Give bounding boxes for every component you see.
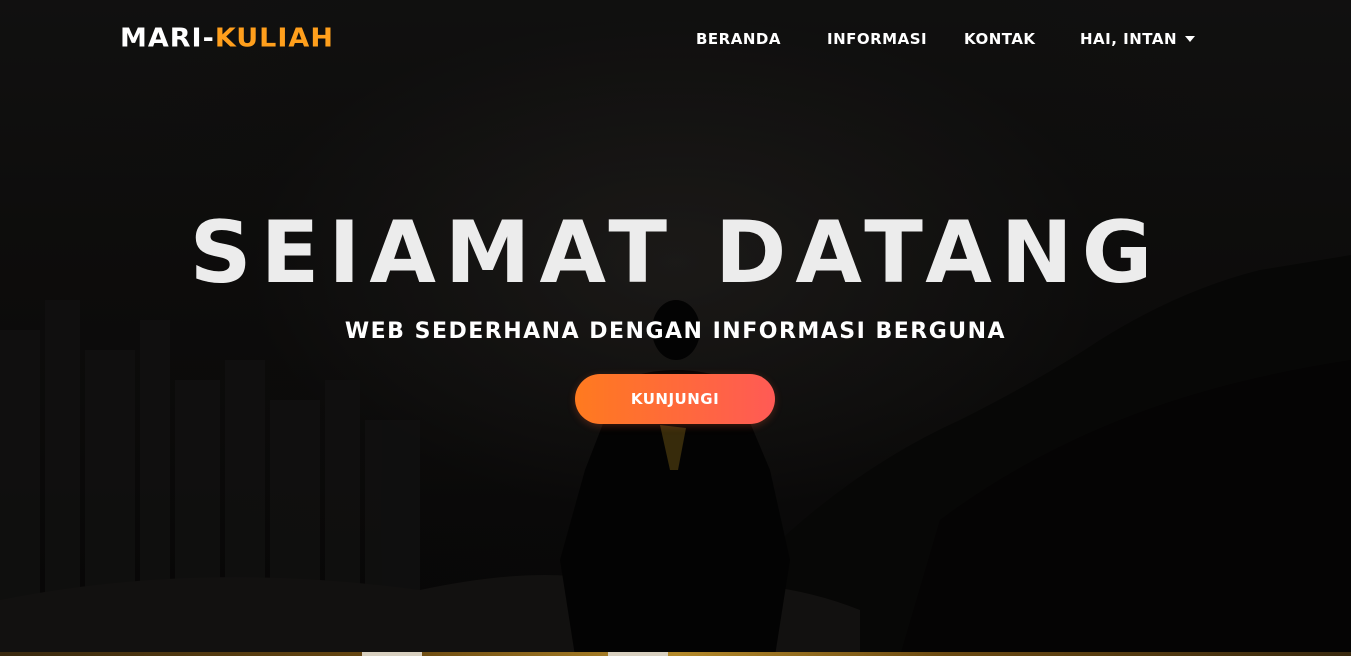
brand-logo[interactable]: MARI-KULIAH	[120, 23, 334, 55]
kunjungi-button[interactable]: KUNJUNGI	[575, 374, 775, 424]
brand-logo-part1: MARI-	[120, 23, 215, 54]
nav-link-informasi[interactable]: INFORMASI	[827, 27, 927, 51]
hero-title: SEIAMAT DATANG	[189, 203, 1162, 303]
bottom-edge-tick	[362, 652, 422, 656]
hero-subtitle: WEB SEDERHANA DENGAN INFORMASI BERGUNA	[344, 319, 1007, 344]
user-menu-label: HAI, INTAN	[1080, 30, 1178, 48]
top-navbar: MARI-KULIAH BERANDA INFORMASI KONTAK HAI…	[0, 0, 1351, 78]
nav-link-beranda[interactable]: BERANDA	[696, 27, 781, 51]
brand-logo-part2: KULIAH	[214, 23, 334, 54]
bottom-edge-tick	[608, 652, 668, 656]
bottom-edge-strip	[0, 652, 1351, 656]
caret-down-icon	[1185, 35, 1196, 42]
nav-link-kontak[interactable]: KONTAK	[964, 27, 1036, 51]
user-menu-dropdown[interactable]: HAI, INTAN	[1080, 27, 1196, 51]
